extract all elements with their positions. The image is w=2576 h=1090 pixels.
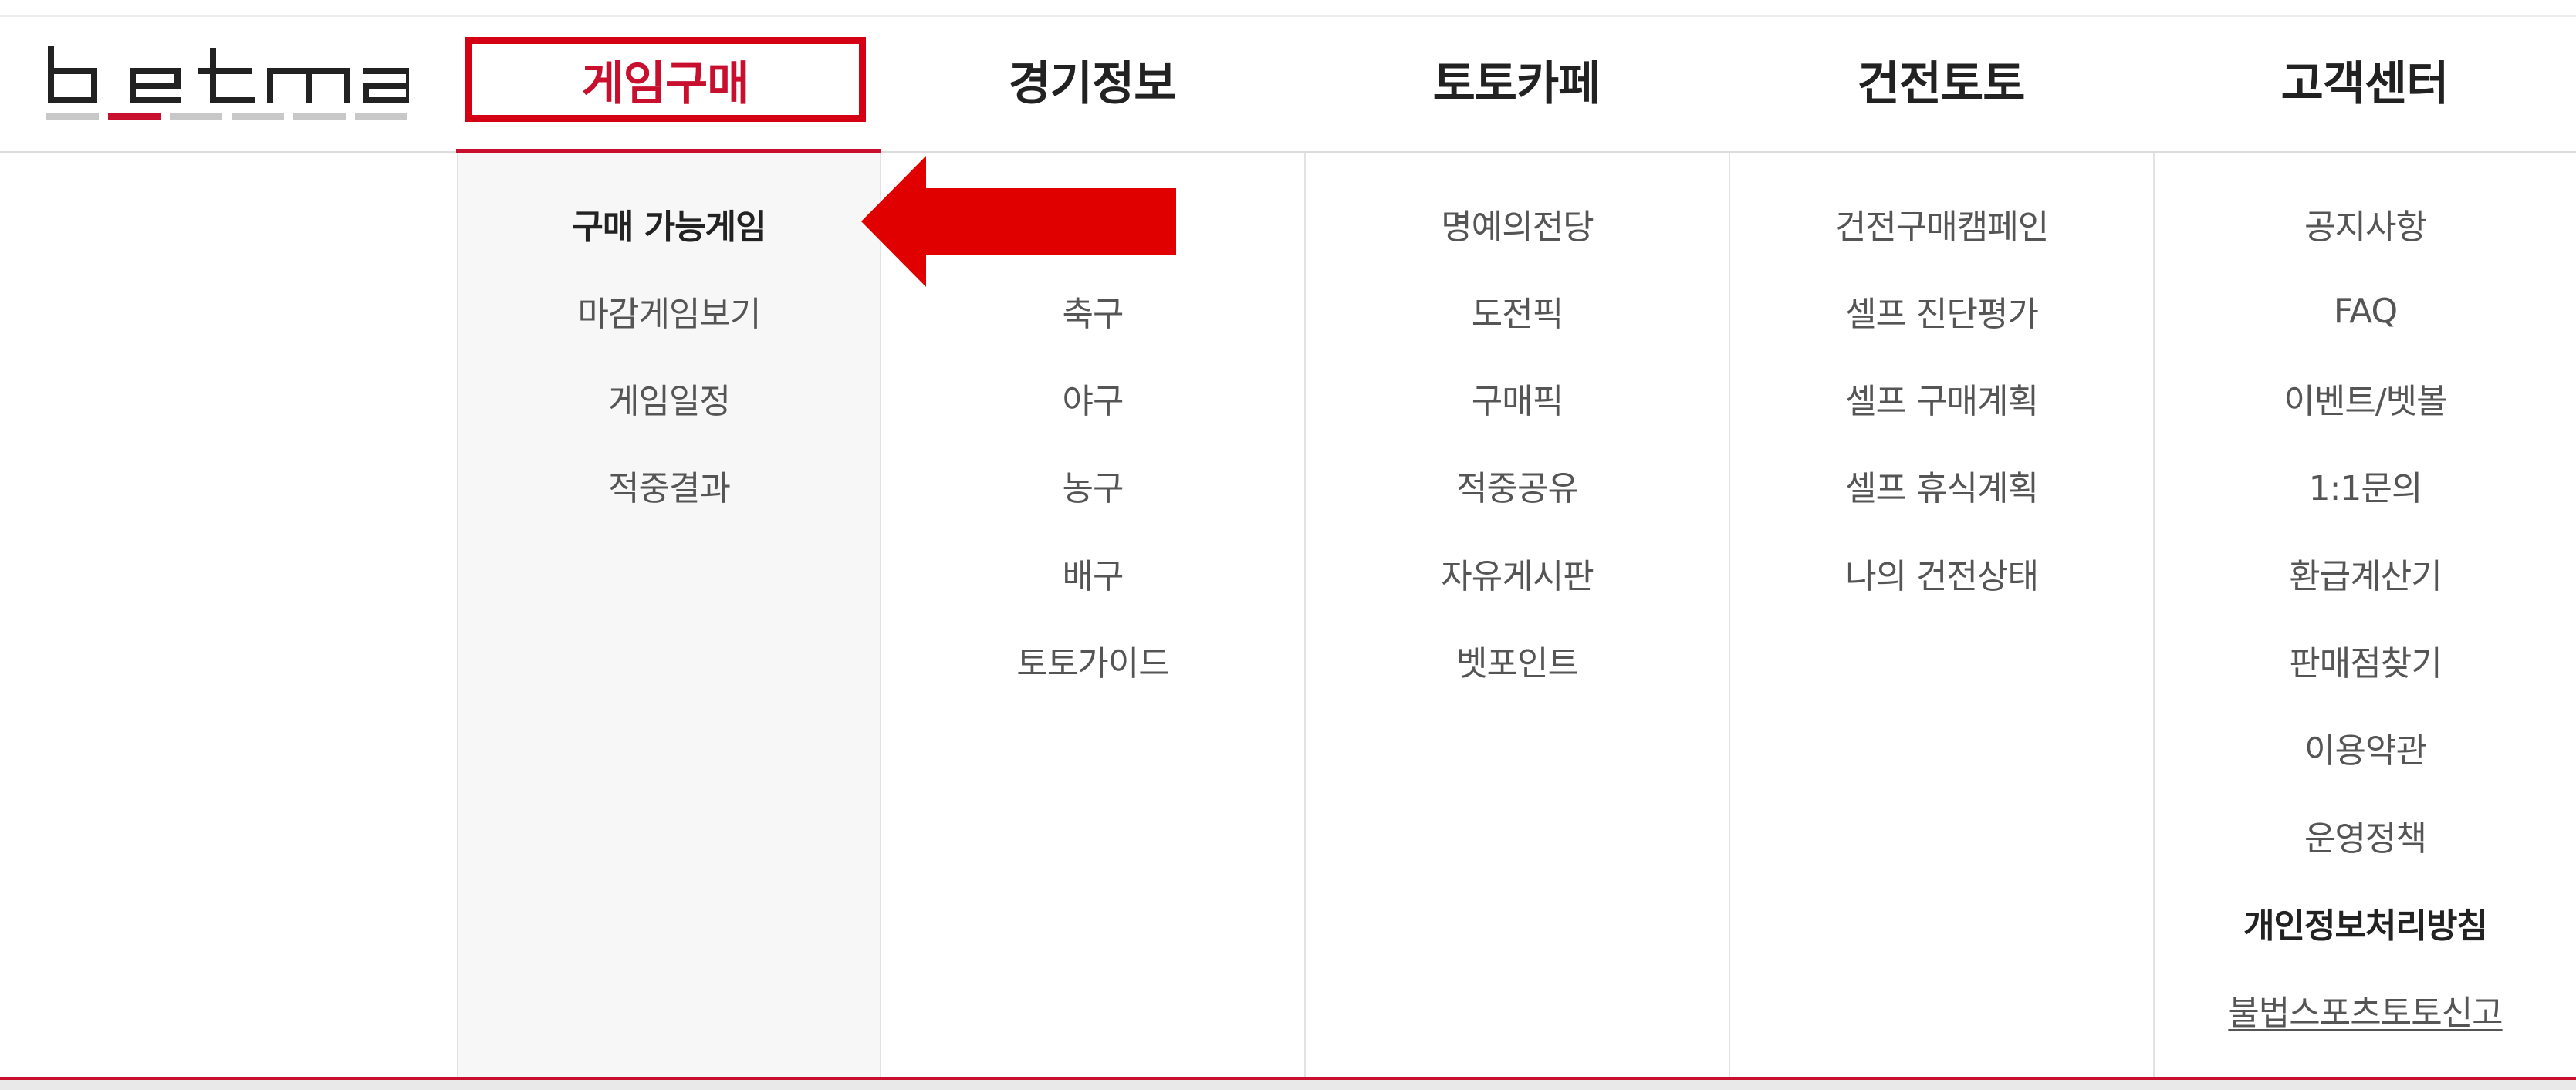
nav-toto-cafe[interactable]: 토토카페	[1304, 37, 1729, 122]
menu-one-to-one-inquiry[interactable]: 1:1문의	[2155, 454, 2576, 516]
top-border	[0, 0, 2576, 17]
betman-logo-icon	[46, 46, 409, 120]
menu-basketball[interactable]: 농구	[881, 454, 1304, 516]
menu-baseball[interactable]: 야구	[881, 367, 1304, 429]
menu-faq[interactable]: FAQ	[2155, 280, 2576, 342]
nav-game-purchase[interactable]: 게임구매	[465, 37, 866, 122]
menu-volleyball[interactable]: 배구	[881, 542, 1304, 604]
menu-illegal-toto-report-label: 불법스포츠토토신고	[2228, 994, 2503, 1033]
menu-hit-share[interactable]: 적중공유	[1306, 454, 1729, 516]
nav-match-info[interactable]: 경기정보	[880, 37, 1304, 122]
menu-healthy-campaign[interactable]: 건전구매캠페인	[1730, 193, 2153, 255]
menu-challenge-pick[interactable]: 도전픽	[1306, 280, 1729, 342]
menu-find-store[interactable]: 판매점찾기	[2155, 629, 2576, 691]
bottom-strip	[0, 1080, 2576, 1090]
menu-self-assessment[interactable]: 셀프 진단평가	[1730, 280, 2153, 342]
menu-terms-of-use[interactable]: 이용약관	[2155, 717, 2576, 778]
nav-healthy-toto[interactable]: 건전토토	[1729, 37, 2153, 122]
menu-game-schedule[interactable]: 게임일정	[458, 367, 880, 429]
menu-illegal-toto-report[interactable]: 불법스포츠토토신고	[2155, 979, 2576, 1041]
menu-free-board[interactable]: 자유게시판	[1306, 542, 1729, 604]
menu-hit-results[interactable]: 적중결과	[458, 454, 880, 516]
left-arrow-icon	[861, 156, 1176, 287]
menu-self-purchase-plan[interactable]: 셀프 구매계획	[1730, 367, 2153, 429]
menu-event-betball[interactable]: 이벤트/벳볼	[2155, 367, 2576, 429]
header-divider	[0, 151, 2576, 153]
menu-my-healthy-status[interactable]: 나의 건전상태	[1730, 542, 2153, 604]
menu-operation-policy[interactable]: 운영정책	[2155, 805, 2576, 866]
menu-purchasable-games[interactable]: 구매 가능게임	[458, 193, 880, 255]
menu-self-rest-plan[interactable]: 셀프 휴식계획	[1730, 454, 2153, 516]
menu-refund-calculator[interactable]: 환급계산기	[2155, 542, 2576, 604]
menu-privacy-policy[interactable]: 개인정보처리방침	[2155, 892, 2576, 953]
menu-hall-of-fame[interactable]: 명예의전당	[1306, 193, 1729, 255]
menu-closed-games[interactable]: 마감게임보기	[458, 280, 880, 342]
menu-notice[interactable]: 공지사항	[2155, 193, 2576, 255]
menu-toto-guide[interactable]: 토토가이드	[881, 629, 1304, 691]
menu-soccer[interactable]: 축구	[881, 280, 1304, 342]
menu-bet-point[interactable]: 벳포인트	[1306, 629, 1729, 691]
nav-customer-center[interactable]: 고객센터	[2153, 37, 2576, 122]
betman-logo[interactable]: betman	[46, 46, 409, 123]
menu-purchase-pick[interactable]: 구매픽	[1306, 367, 1729, 429]
